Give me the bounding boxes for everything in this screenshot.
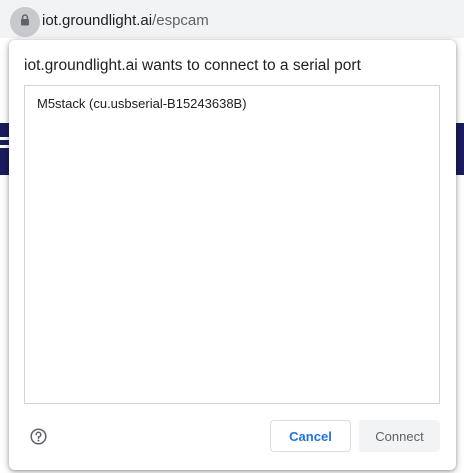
- url-display[interactable]: iot.groundlight.ai/espcam: [42, 12, 209, 29]
- url-host: iot.groundlight.ai: [42, 12, 153, 29]
- port-item[interactable]: M5stack (cu.usbserial-B15243638B): [37, 96, 247, 111]
- browser-window: iot.groundlight.ai/espcam iot.groundligh…: [0, 0, 464, 473]
- connect-button[interactable]: Connect: [359, 420, 440, 452]
- address-bar: iot.groundlight.ai/espcam: [0, 0, 464, 38]
- cancel-button[interactable]: Cancel: [270, 420, 351, 452]
- port-list[interactable]: M5stack (cu.usbserial-B15243638B): [24, 85, 440, 404]
- site-info-button[interactable]: [10, 7, 40, 37]
- url-path: /espcam: [152, 12, 209, 29]
- help-circle-icon[interactable]: [29, 427, 47, 445]
- serial-port-dialog: iot.groundlight.ai wants to connect to a…: [9, 40, 456, 470]
- dialog-title: iot.groundlight.ai wants to connect to a…: [24, 57, 361, 74]
- lock-icon: [20, 13, 30, 31]
